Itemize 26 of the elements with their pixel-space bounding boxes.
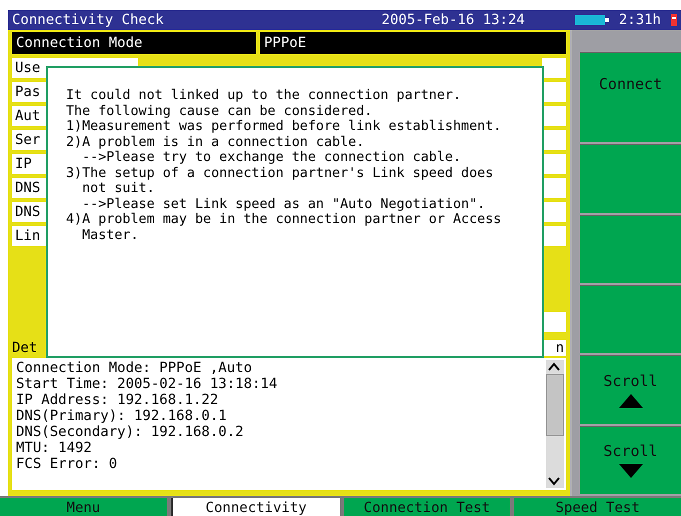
header-label: Connection Mode [12,32,256,54]
header-value: PPPoE [260,32,566,54]
message-line: Master. [81,228,140,243]
log-line: DNS(Secondary): 192.168.0.2 [16,424,245,440]
scroll-button[interactable]: Scroll [580,426,681,494]
log-line: FCS Error: 0 [16,456,118,472]
scroll-button[interactable]: Scroll [580,355,681,424]
battery-warning-icon [671,14,677,26]
tab[interactable]: Speed Test [514,498,681,516]
log-line: IP Address: 192.168.1.22 [16,392,220,408]
tab[interactable]: Connection Test [344,498,510,516]
log-line: Connection Mode: PPPoE ,Auto [16,360,254,376]
log-line: DNS(Primary): 192.168.0.1 [16,408,228,424]
datetime: 2005-Feb-16 13:24 [382,12,525,28]
up-arrow-icon [618,394,642,408]
window-title: Connectivity Check [12,12,165,28]
log-line: MTU: 1492 [16,440,93,456]
detail-label: Det [12,340,38,356]
battery-time: 2:31h [618,12,661,28]
down-arrow-icon [618,464,642,478]
log-line: Start Time: 2005-02-16 13:18:14 [16,376,278,392]
battery-icon [574,15,609,25]
tab[interactable]: Menu [0,498,167,516]
scrollbar[interactable] [546,360,564,488]
tab[interactable]: Connectivity [170,498,340,516]
connect-button[interactable]: Connect [580,52,681,142]
